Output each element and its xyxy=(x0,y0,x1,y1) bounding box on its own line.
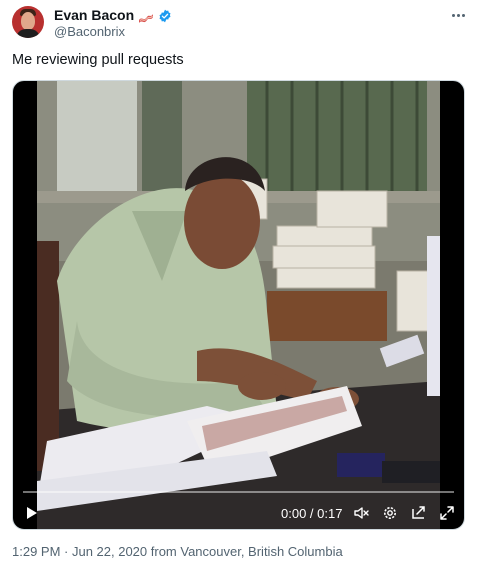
more-options-button[interactable] xyxy=(448,8,468,22)
video-frame[interactable] xyxy=(37,81,440,529)
verified-badge-icon[interactable] xyxy=(158,9,172,23)
bacon-icon xyxy=(138,10,154,23)
fullscreen-icon[interactable] xyxy=(439,505,455,521)
tweet-text: Me reviewing pull requests xyxy=(12,52,184,68)
tweet-card: Evan Bacon @Baconbrix Me reviewing pull … xyxy=(0,0,477,568)
more-dot-icon xyxy=(451,13,455,17)
play-icon[interactable] xyxy=(23,505,39,521)
user-handle[interactable]: @Baconbrix xyxy=(54,24,125,40)
more-dot-icon xyxy=(456,13,460,17)
display-name[interactable]: Evan Bacon xyxy=(54,7,134,24)
pip-icon[interactable] xyxy=(411,505,427,521)
more-dot-icon xyxy=(461,13,465,17)
settings-icon[interactable] xyxy=(382,505,398,521)
avatar[interactable] xyxy=(12,6,44,38)
tweet-metadata[interactable]: 1:29 PM · Jun 22, 2020 from Vancouver, B… xyxy=(12,544,343,560)
progress-bar[interactable] xyxy=(23,491,454,493)
mute-icon[interactable] xyxy=(353,505,369,521)
name-row: Evan Bacon xyxy=(54,7,172,24)
video-player[interactable]: 0:00 / 0:17 xyxy=(12,80,465,530)
video-controls: 0:00 / 0:17 xyxy=(13,485,464,529)
video-time: 0:00 / 0:17 xyxy=(281,506,343,521)
